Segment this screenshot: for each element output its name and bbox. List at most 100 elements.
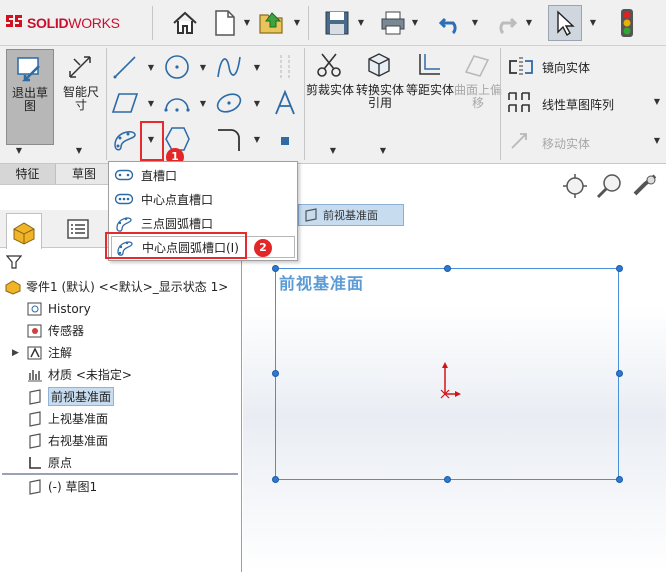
tab-sketch[interactable]: 草图 [56,164,112,184]
convert-dropdown[interactable]: ▼ [378,146,388,156]
property-manager-tab[interactable] [60,213,96,245]
plane-handle[interactable] [272,476,279,483]
fillet-dropdown[interactable]: ▼ [252,134,262,146]
plane-handle[interactable] [444,265,451,272]
linear-pattern-button[interactable] [506,88,536,118]
new-document-button[interactable] [208,5,242,41]
center-straight-slot-icon [111,188,137,210]
construction-tool [270,52,300,82]
line-icon [113,56,136,79]
smart-dimension-dropdown[interactable]: ▼ [74,146,84,156]
top-toolbar: SOLIDWORKS ▼ ▼ ▼ ▼ ▼ ▼ ▼ [0,0,666,46]
home-button[interactable] [168,5,202,41]
plane-handle[interactable] [444,476,451,483]
rectangle-tool[interactable] [110,88,140,118]
circle-tool[interactable] [162,52,192,82]
tree-item-material[interactable]: 材质 <未指定> [26,364,132,385]
printer-icon [381,11,405,35]
tree-item-sensors[interactable]: 传感器 [26,320,84,341]
new-dropdown-arrow[interactable]: ▼ [242,18,252,28]
tab-feature[interactable]: 特征 [0,164,56,184]
tree-item-sketch1[interactable]: (-) 草图1 [26,476,97,497]
plane-handle[interactable] [272,265,279,272]
menu-item-three-point-arc-slot[interactable]: 三点圆弧槽口 [111,212,295,234]
tree-item-right-plane[interactable]: 右视基准面 [26,430,108,451]
print-dropdown-arrow[interactable]: ▼ [410,18,420,28]
property-manager-icon [67,219,89,239]
slot-tool[interactable] [110,124,140,154]
exit-sketch-button[interactable]: 退出草图 [6,49,54,145]
move-entities-icon [511,133,527,149]
filter-icon [6,255,22,269]
offset-entities-button[interactable] [414,50,444,80]
origin-label: 原点 [48,456,73,470]
point-tool[interactable] [270,126,300,156]
spline-dropdown[interactable]: ▼ [252,62,262,74]
menu-item-straight-slot[interactable]: 直槽口 [111,164,295,186]
ribbon-separator [500,48,501,160]
undo-dropdown-arrow[interactable]: ▼ [470,18,480,28]
rebuild-button[interactable] [610,5,644,41]
mirror-entities-button[interactable] [506,52,536,82]
fillet-tool[interactable] [214,124,244,154]
spline-tool[interactable] [214,52,244,82]
line-tool[interactable] [110,52,140,82]
save-dropdown-arrow[interactable]: ▼ [356,18,366,28]
new-document-icon [215,10,235,36]
undo-button[interactable] [434,5,468,41]
surface-offset-button [462,50,492,80]
center-arc-slot-highlight [105,232,247,259]
arc-dropdown[interactable]: ▼ [198,98,208,110]
tree-item-annotations[interactable]: ▶ 注解 [12,342,72,363]
circle-dropdown[interactable]: ▼ [198,62,208,74]
surface-offset-label: 曲面上偏移 [454,83,503,110]
feature-manager-tab[interactable] [6,213,42,249]
trim-entities-button[interactable] [314,50,344,80]
smart-dimension-button[interactable]: 智能尺寸 [58,49,104,145]
ellipse-tool[interactable] [214,88,244,118]
plane-handle[interactable] [616,476,623,483]
surface-offset-icon [464,55,490,77]
menu-item-center-straight-slot[interactable]: 中心点直槽口 [111,188,295,210]
exit-sketch-dropdown[interactable]: ▼ [14,146,24,156]
save-button[interactable] [320,5,354,41]
open-button[interactable] [256,5,290,41]
tree-item-history[interactable]: History [26,298,91,319]
trim-dropdown[interactable]: ▼ [328,146,338,156]
tree-item-origin[interactable]: 原点 [26,452,72,473]
linear-pattern-dropdown[interactable]: ▼ [652,96,662,108]
tree-part-root[interactable]: 零件1 (默认) <<默认>_显示状态 1> [4,276,228,297]
convert-entities-button[interactable] [364,50,394,80]
graphics-area[interactable]: 前视基准面 前视基准面 [243,164,666,572]
print-button[interactable] [376,5,410,41]
expand-chevron-icon[interactable]: ▶ [12,348,19,358]
move-dropdown[interactable]: ▼ [652,135,662,147]
cursor-arrow-icon [557,10,575,36]
plane-breadcrumb-label: 前视基准面 [323,209,378,222]
plane-breadcrumb[interactable]: 前视基准面 [298,204,404,226]
line-dropdown[interactable]: ▼ [146,62,156,74]
plane-icon [305,208,317,222]
text-tool[interactable] [270,88,300,118]
linear-pattern-label: 线性草图阵列 [542,98,615,112]
step-badge-2: 2 [254,239,272,257]
plane-handle[interactable] [616,370,623,377]
open-dropdown-arrow[interactable]: ▼ [292,18,302,28]
ellipse-dropdown[interactable]: ▼ [252,98,262,110]
ribbon-separator [106,48,107,160]
select-dropdown-arrow[interactable]: ▼ [588,18,598,28]
select-pointer-button[interactable] [548,5,582,41]
home-icon [173,11,197,34]
redo-dropdown-arrow[interactable]: ▼ [524,18,534,28]
plane-handle[interactable] [272,370,279,377]
rectangle-dropdown[interactable]: ▼ [146,98,156,110]
redo-button[interactable] [488,5,522,41]
zoom-to-fit-icon [563,174,587,198]
arc-tool[interactable] [162,88,192,118]
plane-handle[interactable] [616,265,623,272]
tree-item-top-plane[interactable]: 上视基准面 [26,408,108,429]
rollback-bar[interactable] [2,473,238,475]
front-plane-label: 前视基准面 [279,274,365,293]
solidworks-logo: SOLIDWORKS [4,11,120,35]
tree-item-front-plane[interactable]: 前视基准面 [26,386,115,407]
